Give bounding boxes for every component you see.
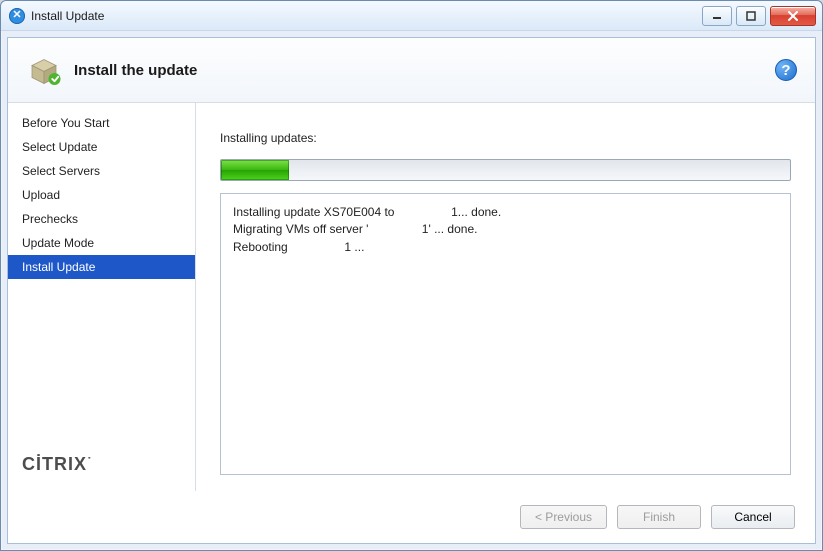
step-before-you-start[interactable]: Before You Start	[8, 111, 195, 135]
wizard-body: Before You Start Select Update Select Se…	[8, 103, 815, 491]
close-icon	[787, 11, 799, 21]
wizard-header: Install the update ?	[8, 38, 815, 103]
step-upload[interactable]: Upload	[8, 183, 195, 207]
app-icon: ✕	[9, 8, 25, 24]
maximize-button[interactable]	[736, 6, 766, 26]
minimize-button[interactable]	[702, 6, 732, 26]
install-update-window: ✕ Install Update Install the update	[0, 0, 823, 551]
cancel-button[interactable]: Cancel	[711, 505, 795, 529]
previous-button[interactable]: < Previous	[520, 505, 607, 529]
steps-sidebar: Before You Start Select Update Select Se…	[8, 103, 196, 491]
finish-button[interactable]: Finish	[617, 505, 701, 529]
close-button[interactable]	[770, 6, 816, 26]
minimize-icon	[712, 11, 722, 21]
maximize-icon	[746, 11, 756, 21]
titlebar[interactable]: ✕ Install Update	[1, 1, 822, 31]
progress-bar	[220, 159, 791, 181]
log-textarea[interactable]: Installing update XS70E004 to 1... done.…	[220, 193, 791, 475]
step-prechecks[interactable]: Prechecks	[8, 207, 195, 231]
step-select-servers[interactable]: Select Servers	[8, 159, 195, 183]
installing-label: Installing updates:	[220, 131, 791, 145]
wizard-footer: < Previous Finish Cancel	[8, 491, 815, 543]
help-button[interactable]: ?	[775, 59, 797, 81]
citrix-logo: CİTRIX˙	[22, 454, 93, 474]
main-panel: Installing updates: Installing update XS…	[196, 103, 815, 491]
help-icon: ?	[781, 62, 790, 79]
progress-fill	[221, 160, 289, 180]
package-icon	[26, 52, 62, 88]
step-select-update[interactable]: Select Update	[8, 135, 195, 159]
client-area: Install the update ? Before You Start Se…	[7, 37, 816, 544]
brand-area: CİTRIX˙	[8, 442, 195, 491]
window-title: Install Update	[31, 9, 104, 23]
step-install-update[interactable]: Install Update	[8, 255, 195, 279]
steps-list: Before You Start Select Update Select Se…	[8, 111, 195, 442]
step-update-mode[interactable]: Update Mode	[8, 231, 195, 255]
page-title: Install the update	[74, 62, 197, 79]
